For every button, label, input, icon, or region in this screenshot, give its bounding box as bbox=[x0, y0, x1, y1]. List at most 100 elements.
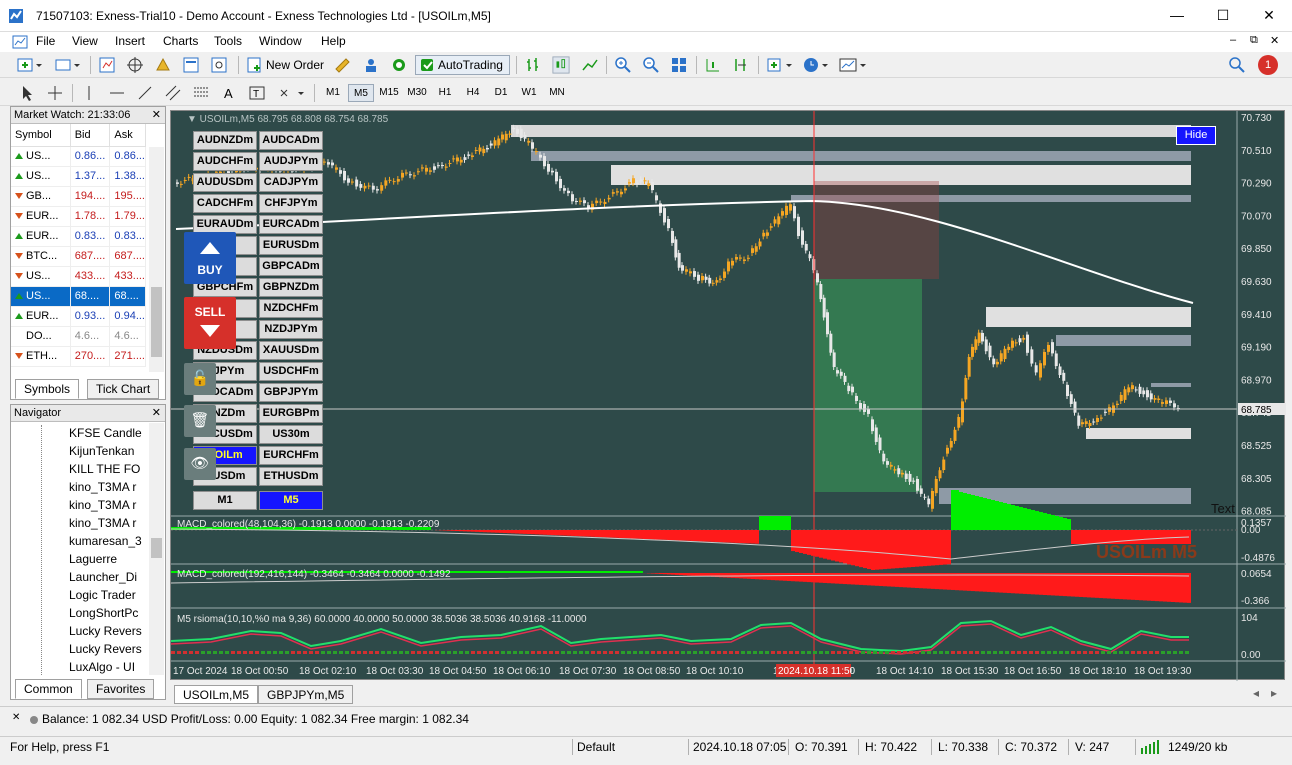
market-watch-icon[interactable] bbox=[98, 56, 116, 74]
bar-chart-icon[interactable] bbox=[524, 56, 542, 74]
tile-windows-icon[interactable] bbox=[670, 56, 688, 74]
chart-shift-icon[interactable] bbox=[704, 56, 722, 74]
tf-button-m5[interactable]: M5 bbox=[259, 491, 323, 510]
table-row[interactable]: BTC... 687.... 687.... bbox=[11, 246, 146, 267]
price-chart[interactable]: 70.730 70.510 70.290 70.070 69.850 69.630 69.4… bbox=[171, 111, 1286, 681]
table-row[interactable]: US... 0.86... 0.86... bbox=[11, 146, 146, 167]
visibility-button[interactable]: 👁 bbox=[184, 448, 216, 480]
tab-symbols[interactable]: Symbols bbox=[15, 379, 80, 399]
equidistant-channel-icon[interactable] bbox=[164, 84, 182, 102]
col-ask[interactable]: Ask bbox=[109, 124, 146, 147]
menu-view[interactable]: View bbox=[72, 34, 98, 48]
list-item[interactable]: KILL THE FO bbox=[69, 460, 157, 478]
new-order-button[interactable]: New Order bbox=[266, 56, 324, 74]
periods-icon[interactable] bbox=[802, 56, 830, 74]
metaeditor-icon[interactable] bbox=[334, 56, 352, 74]
tab-favorites[interactable]: Favorites bbox=[87, 679, 155, 699]
tf-button-m1[interactable]: M1 bbox=[193, 491, 257, 510]
lock-button[interactable]: 🔓 bbox=[184, 363, 216, 395]
fibonacci-icon[interactable] bbox=[192, 84, 210, 102]
close-window-button[interactable]: ✕ bbox=[1246, 0, 1292, 31]
minimize-button[interactable]: — bbox=[1154, 0, 1200, 31]
list-item[interactable]: KijunTenkan bbox=[69, 442, 157, 460]
indicators-icon[interactable] bbox=[766, 56, 794, 74]
auto-scroll-icon[interactable] bbox=[732, 56, 750, 74]
tf-h4[interactable]: H4 bbox=[460, 84, 486, 102]
tf-mn[interactable]: MN bbox=[544, 84, 570, 102]
symbol-button[interactable]: EURCADm bbox=[259, 215, 323, 234]
list-item[interactable]: kino_T3MA r bbox=[69, 514, 157, 532]
delete-button[interactable]: 🗑 bbox=[184, 405, 216, 437]
table-row[interactable]: US... 433.... 433.... bbox=[11, 266, 146, 287]
tab-common[interactable]: Common bbox=[15, 679, 82, 699]
market-watch-scrollbar[interactable] bbox=[149, 147, 164, 372]
table-row[interactable]: EUR... 0.83... 0.83... bbox=[11, 226, 146, 247]
search-icon[interactable] bbox=[1228, 56, 1246, 74]
menu-window[interactable]: Window bbox=[259, 34, 302, 48]
terminal-icon[interactable] bbox=[182, 56, 200, 74]
cursor-icon[interactable] bbox=[18, 84, 36, 102]
table-row[interactable]: EUR... 0.93... 0.94... bbox=[11, 306, 146, 327]
zoom-out-icon[interactable] bbox=[642, 56, 660, 74]
strategy-tester-icon[interactable] bbox=[210, 56, 228, 74]
autotrading-button[interactable]: AutoTrading bbox=[415, 55, 510, 75]
symbol-button[interactable]: EURCHFm bbox=[259, 446, 323, 465]
symbol-button[interactable]: AUDUSDm bbox=[193, 173, 257, 192]
list-item[interactable]: Lucky Revers bbox=[69, 640, 157, 658]
close-icon[interactable]: ✕ bbox=[152, 107, 161, 123]
close-icon[interactable]: ✕ bbox=[152, 405, 161, 421]
mdi-close-button[interactable]: ✕ bbox=[1270, 34, 1279, 47]
chart-tab-gbpjpy[interactable]: GBPJPYm,M5 bbox=[258, 685, 354, 704]
table-row[interactable]: US... 68.... 68.... bbox=[11, 286, 146, 307]
tf-d1[interactable]: D1 bbox=[488, 84, 514, 102]
symbol-button[interactable]: USDCHFm bbox=[259, 362, 323, 381]
tab-scroll-left-icon[interactable]: ◂ bbox=[1253, 686, 1259, 700]
symbol-button[interactable]: XAUUSDm bbox=[259, 341, 323, 360]
maximize-button[interactable]: ☐ bbox=[1200, 0, 1246, 31]
tab-tick-chart[interactable]: Tick Chart bbox=[87, 379, 160, 399]
menu-tools[interactable]: Tools bbox=[214, 34, 242, 48]
table-row[interactable]: EUR... 1.78... 1.79... bbox=[11, 206, 146, 227]
chart-tab-usoil[interactable]: USOILm,M5 bbox=[174, 685, 259, 704]
chart-window[interactable]: 70.730 70.510 70.290 70.070 69.850 69.630 69.4… bbox=[170, 110, 1286, 681]
navigator-icon[interactable] bbox=[154, 56, 172, 74]
notifications-badge[interactable]: 1 bbox=[1258, 55, 1278, 75]
new-chart-icon[interactable] bbox=[16, 56, 44, 74]
mdi-chart-icon[interactable] bbox=[12, 34, 28, 50]
table-row[interactable]: DO... 4.6... 4.6... bbox=[11, 326, 146, 347]
list-item[interactable]: KFSE Candle bbox=[69, 424, 157, 442]
signals-icon[interactable] bbox=[362, 56, 380, 74]
list-item[interactable]: Lucky Revers bbox=[69, 622, 157, 640]
menu-file[interactable]: File bbox=[36, 34, 55, 48]
tf-m30[interactable]: M30 bbox=[404, 84, 430, 102]
symbol-button[interactable]: AUDJPYm bbox=[259, 152, 323, 171]
templates-icon[interactable] bbox=[838, 56, 868, 74]
profiles-icon[interactable] bbox=[54, 56, 82, 74]
list-item[interactable]: kino_T3MA r bbox=[69, 478, 157, 496]
list-item[interactable]: Laguerre bbox=[69, 550, 157, 568]
tf-w1[interactable]: W1 bbox=[516, 84, 542, 102]
symbol-button[interactable]: US30m bbox=[259, 425, 323, 444]
menu-help[interactable]: Help bbox=[321, 34, 346, 48]
menu-insert[interactable]: Insert bbox=[115, 34, 145, 48]
list-item[interactable]: LongShortPc bbox=[69, 604, 157, 622]
list-item[interactable]: Logic Trader bbox=[69, 586, 157, 604]
mdi-restore-button[interactable]: ⧉ bbox=[1250, 34, 1258, 47]
table-row[interactable]: US... 1.37... 1.38... bbox=[11, 166, 146, 187]
symbol-button[interactable]: EURGBPm bbox=[259, 404, 323, 423]
list-item[interactable]: LuxAlgo - UI bbox=[69, 658, 157, 676]
symbol-button[interactable]: GBPNZDm bbox=[259, 278, 323, 297]
list-item[interactable]: kino_T3MA r bbox=[69, 496, 157, 514]
symbol-button[interactable]: AUDCHFm bbox=[193, 152, 257, 171]
tf-m5[interactable]: M5 bbox=[348, 84, 374, 102]
symbol-button[interactable]: CHFJPYm bbox=[259, 194, 323, 213]
market-icon[interactable] bbox=[390, 56, 408, 74]
buy-button[interactable]: BUY bbox=[184, 232, 236, 284]
symbol-button[interactable]: CADCHFm bbox=[193, 194, 257, 213]
mdi-minimize-button[interactable]: – bbox=[1230, 34, 1236, 46]
text-tool-icon[interactable]: A bbox=[220, 84, 238, 102]
tab-scroll-right-icon[interactable]: ▸ bbox=[1271, 686, 1277, 700]
list-item[interactable]: Launcher_Di bbox=[69, 568, 157, 586]
symbol-button[interactable]: AUDCADm bbox=[259, 131, 323, 150]
table-row[interactable]: GB... 194.... 195.... bbox=[11, 186, 146, 207]
